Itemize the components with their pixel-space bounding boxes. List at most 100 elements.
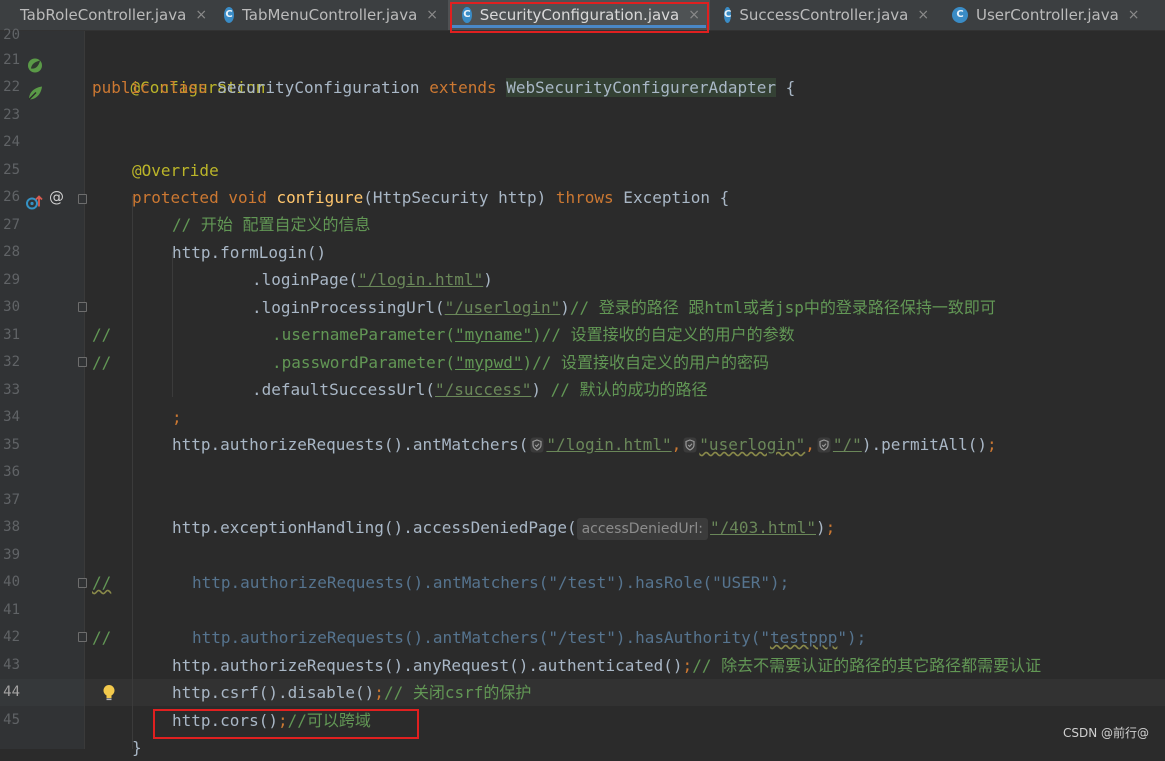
code-text: .loginProcessingUrl(: [252, 298, 445, 317]
tab-successcontroller[interactable]: C SuccessController.java ×: [710, 0, 938, 30]
line-number: 29: [3, 272, 20, 288]
string: "/userlogin": [444, 298, 561, 317]
params: (HttpSecurity http): [363, 188, 556, 207]
parent-class: WebSecurityConfigurerAdapter: [506, 78, 776, 97]
line-number: 45: [3, 712, 20, 728]
line-number: 31: [3, 327, 20, 343]
line-number: 38: [3, 519, 20, 535]
line-number: 23: [3, 107, 20, 123]
close-icon[interactable]: ×: [688, 7, 700, 23]
comment-slash: //: [92, 573, 112, 592]
code-text: http.csrf().disable(): [172, 683, 375, 702]
comment-slash: //: [92, 628, 112, 647]
indent-guide: [132, 196, 133, 749]
comment: // 关闭csrf的保护: [383, 683, 532, 702]
code-line-35: http.authorizeRequests().antMatchers("/l…: [172, 431, 997, 458]
keyword: public: [92, 78, 150, 97]
line-number-current: 44: [3, 684, 20, 700]
comment: )// 设置接收的自定义的用户的参数: [532, 325, 795, 344]
tab-securityconfiguration[interactable]: C SecurityConfiguration.java ×: [448, 0, 710, 30]
class-name: SecurityConfiguration: [217, 78, 420, 97]
line-number: 30: [3, 299, 20, 315]
close-icon[interactable]: ×: [1128, 7, 1140, 23]
tab-tabmenucontroller[interactable]: C TabMenuController.java ×: [218, 0, 448, 30]
tab-label: UserController.java: [976, 6, 1119, 24]
code-text: .defaultSuccessUrl(: [252, 380, 436, 399]
tab-tabrolecontroller[interactable]: TabRoleController.java ×: [0, 0, 218, 30]
comment: .usernameParameter(: [272, 325, 456, 344]
commented-code: ");: [837, 628, 867, 647]
comment: // 默认的成功的路径: [550, 380, 708, 399]
exception: Exception {: [613, 188, 730, 207]
code-line-32: //: [92, 349, 111, 376]
editor-tab-bar: TabRoleController.java × C TabMenuContro…: [0, 0, 1165, 31]
commented-code: testppp: [769, 628, 838, 647]
parameter-hint: accessDeniedUrl:: [576, 518, 709, 540]
line-number: 35: [3, 437, 20, 453]
spring-leaf-icon[interactable]: [26, 80, 44, 107]
semicolon: ;: [172, 408, 182, 427]
class-icon: C: [952, 7, 968, 23]
tab-usercontroller[interactable]: C UserController.java ×: [938, 0, 1165, 30]
string: "/login.html": [357, 270, 484, 289]
semicolon: ;: [682, 656, 693, 675]
commented-code: http.authorizeRequests().antMatchers("/t…: [192, 628, 770, 647]
class-icon: C: [462, 7, 472, 23]
fold-marker-icon[interactable]: [78, 632, 87, 642]
code-line-25: @Override: [132, 157, 219, 184]
comment-slash: //: [92, 353, 112, 372]
close-icon[interactable]: ×: [195, 7, 207, 23]
line-number: 26: [3, 189, 20, 205]
code-line-31-body: .usernameParameter("myname")// 设置接收的自定义的…: [272, 321, 795, 348]
code-text: .loginPage(: [252, 270, 358, 289]
code-line-38: http.exceptionHandling().accessDeniedPag…: [172, 514, 835, 541]
close-icon[interactable]: ×: [426, 7, 438, 23]
semicolon: ;: [825, 518, 836, 537]
comment: // 登录的路径 跟html或者jsp中的登录路径保持一致即可: [569, 298, 996, 317]
annotation: @Override: [132, 161, 219, 180]
line-number: 27: [3, 217, 20, 233]
code-line-33: .defaultSuccessUrl("/success") // 默认的成功的…: [252, 376, 708, 403]
commented-code: http.authorizeRequests().antMatchers("/t…: [192, 573, 790, 592]
string: "/": [832, 435, 862, 454]
class-icon: C: [224, 7, 235, 23]
spring-bean-icon[interactable]: [26, 52, 44, 79]
comment: //可以跨域: [287, 711, 371, 730]
code-text: ): [816, 518, 826, 537]
class-icon: C: [724, 7, 732, 23]
tab-label: SecurityConfiguration.java: [479, 6, 680, 24]
fold-marker-icon[interactable]: [78, 578, 87, 588]
overrides-method-icon[interactable]: [25, 189, 43, 216]
code-editor[interactable]: @Configuration public class SecurityConf…: [92, 31, 1165, 757]
comment: .passwordParameter(: [272, 353, 456, 372]
code-line-40-body: http.authorizeRequests().antMatchers("/t…: [192, 569, 789, 596]
comma: ,: [671, 435, 682, 454]
fold-marker-icon[interactable]: [78, 302, 87, 312]
code-line-42-body: http.authorizeRequests().antMatchers("/t…: [192, 624, 866, 651]
code-line-30: .loginProcessingUrl("/userlogin")// 登录的路…: [252, 294, 996, 321]
close-icon[interactable]: ×: [917, 7, 929, 23]
code-line-31: //: [92, 321, 111, 348]
line-number: 20: [3, 27, 20, 43]
comma: ,: [805, 435, 815, 454]
string: "/login.html": [546, 435, 672, 454]
indent-guide: [172, 252, 173, 397]
line-number: 25: [3, 162, 20, 178]
line-number: 22: [3, 79, 20, 95]
comment-slash: //: [92, 325, 112, 344]
at-annotation-icon[interactable]: @: [49, 184, 64, 211]
code-line-40: //: [92, 569, 111, 596]
fold-marker-icon[interactable]: [78, 194, 87, 204]
code-line-44: http.csrf().disable();// 关闭csrf的保护: [172, 679, 531, 706]
line-number: 34: [3, 409, 20, 425]
code-line-32-body: .passwordParameter("mypwd")// 设置接收自定义的用户…: [272, 349, 769, 376]
code-line-45: http.cors();//可以跨域: [172, 707, 371, 734]
code-text: ): [560, 298, 570, 317]
code-line-21: @Configuration: [92, 47, 266, 97]
line-number: 37: [3, 492, 20, 508]
brace: }: [132, 738, 142, 757]
keyword: extends: [429, 78, 497, 97]
fold-marker-icon[interactable]: [78, 357, 87, 367]
comment: )// 设置接收自定义的用户的密码: [522, 353, 770, 372]
shield-icon: [530, 437, 544, 453]
